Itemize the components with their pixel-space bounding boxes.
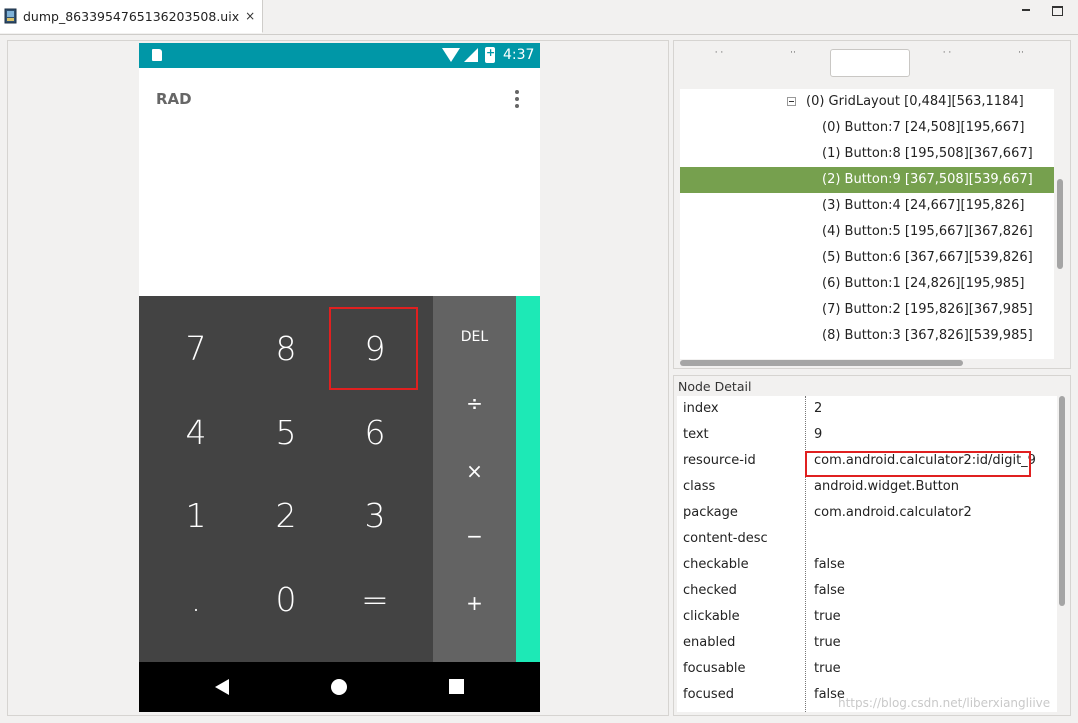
tree-node-selected[interactable]: (2) Button:9 [367,508][539,667]	[680, 167, 1054, 193]
prop-row-checkable[interactable]: checkable false	[677, 552, 1057, 578]
home-icon[interactable]	[331, 679, 347, 695]
operator-pad: DEL ÷ × − +	[433, 296, 516, 662]
status-clock: 4:37	[503, 47, 535, 63]
prop-row-package[interactable]: package com.android.calculator2	[677, 500, 1057, 526]
key-3[interactable]: 3	[326, 474, 424, 557]
cell-signal-icon	[464, 48, 478, 62]
recents-icon[interactable]	[449, 679, 464, 694]
back-icon[interactable]	[215, 679, 229, 695]
tree-node[interactable]: (5) Button:6 [367,667][539,826]	[680, 245, 1054, 271]
collapse-icon[interactable]	[787, 97, 796, 106]
prop-row-clickable[interactable]: clickable true	[677, 604, 1057, 630]
key-2[interactable]: 2	[237, 474, 335, 557]
expand-all-icon[interactable]: · ·	[706, 48, 732, 64]
close-tab-icon[interactable]: ×	[245, 9, 255, 23]
editor-tab-title: dump_8633954765136203508.uix	[23, 8, 240, 24]
key-add[interactable]: +	[433, 570, 516, 636]
key-0[interactable]: 0	[237, 558, 335, 641]
key-multiply[interactable]: ×	[433, 438, 516, 504]
hierarchy-panel: · · ·· · · ·· (0) GridLayout [0,484][563…	[673, 40, 1071, 369]
key-7[interactable]: 7	[147, 307, 245, 390]
node-detail-panel: Node Detail index 2 text 9 resource-id com.…	[673, 375, 1071, 716]
prop-row-checked[interactable]: checked false	[677, 578, 1057, 604]
editor-tab[interactable]: dump_8633954765136203508.uix ×	[0, 0, 263, 33]
editor-tab-bar: dump_8633954765136203508.uix ×	[0, 0, 1078, 35]
key-6[interactable]: 6	[326, 391, 424, 474]
node-detail-table: index 2 text 9 resource-id com.android.calc…	[677, 396, 1057, 712]
tree-node[interactable]: (7) Button:2 [195,826][367,985]	[680, 297, 1054, 323]
prop-row-text[interactable]: text 9	[677, 422, 1057, 448]
advanced-panel-handle[interactable]	[516, 296, 540, 662]
minimize-icon[interactable]	[1020, 4, 1034, 18]
detail-vertical-scrollbar[interactable]	[1058, 396, 1066, 712]
prop-row-resource-id[interactable]: resource-id com.android.calculator2:id/di…	[677, 448, 1057, 474]
scroll-thumb[interactable]	[680, 360, 963, 366]
prop-row-class[interactable]: class android.widget.Button	[677, 474, 1057, 500]
key-4[interactable]: 4	[147, 391, 245, 474]
scroll-thumb[interactable]	[1059, 396, 1065, 606]
tree-node[interactable]: (3) Button:4 [24,667][195,826]	[680, 193, 1054, 219]
tree-node[interactable]: (0) Button:7 [24,508][195,667]	[680, 115, 1054, 141]
prop-row-focusable[interactable]: focusable true	[677, 656, 1057, 682]
previous-icon[interactable]: ··	[1008, 48, 1034, 64]
tree-node[interactable]: (8) Button:3 [367,826][539,985]	[680, 323, 1054, 349]
sd-card-icon	[152, 49, 162, 61]
prop-row-content-desc[interactable]: content-desc	[677, 526, 1057, 552]
maximize-icon[interactable]	[1051, 4, 1063, 16]
key-5[interactable]: 5	[237, 391, 335, 474]
prop-row-index[interactable]: index 2	[677, 396, 1057, 422]
key-8[interactable]: 8	[237, 307, 335, 390]
prop-row-enabled[interactable]: enabled true	[677, 630, 1057, 656]
tree-vertical-scrollbar[interactable]	[1056, 89, 1064, 359]
battery-charging-icon	[485, 46, 495, 63]
key-9[interactable]: 9	[326, 307, 424, 390]
overflow-menu-icon[interactable]	[512, 88, 522, 110]
calculator-display[interactable]: RAD	[139, 68, 540, 296]
rad-mode-label: RAD	[156, 90, 192, 108]
key-1[interactable]: 1	[147, 474, 245, 557]
key-decimal[interactable]: .	[147, 558, 245, 641]
android-status-bar: 4:37	[139, 43, 540, 68]
screenshot-toggle-icon[interactable]: ··	[780, 48, 806, 64]
filter-input[interactable]	[830, 49, 910, 77]
tree-view: (0) GridLayout [0,484][563,1184] (0) But…	[680, 89, 1054, 359]
key-delete[interactable]: DEL	[433, 304, 516, 370]
watermark: https://blog.csdn.net/liberxiangliive	[838, 696, 1051, 710]
key-divide[interactable]: ÷	[433, 370, 516, 436]
tree-node[interactable]: (6) Button:1 [24,826][195,985]	[680, 271, 1054, 297]
tree-node-gridlayout[interactable]: (0) GridLayout [0,484][563,1184]	[680, 89, 1054, 115]
clear-filter-icon[interactable]: · ·	[934, 48, 960, 64]
wifi-icon	[442, 48, 460, 62]
key-equals[interactable]: =	[326, 558, 424, 641]
node-detail-title: Node Detail	[678, 379, 752, 394]
tree-node[interactable]: (1) Button:8 [195,508][367,667]	[680, 141, 1054, 167]
scroll-thumb[interactable]	[1057, 179, 1063, 269]
uix-file-icon	[4, 8, 18, 24]
android-nav-bar	[139, 662, 540, 712]
digit-keypad: 7 8 9 4 5 6 1 2 3 . 0 =	[139, 296, 433, 662]
tree-horizontal-scrollbar[interactable]	[680, 359, 1054, 367]
tree-node[interactable]: (4) Button:5 [195,667][367,826]	[680, 219, 1054, 245]
device-screenshot[interactable]: 4:37 RAD 7 8 9 4 5 6 1 2 3 . 0 = DEL ÷ ×…	[139, 43, 540, 712]
key-subtract[interactable]: −	[433, 503, 516, 569]
